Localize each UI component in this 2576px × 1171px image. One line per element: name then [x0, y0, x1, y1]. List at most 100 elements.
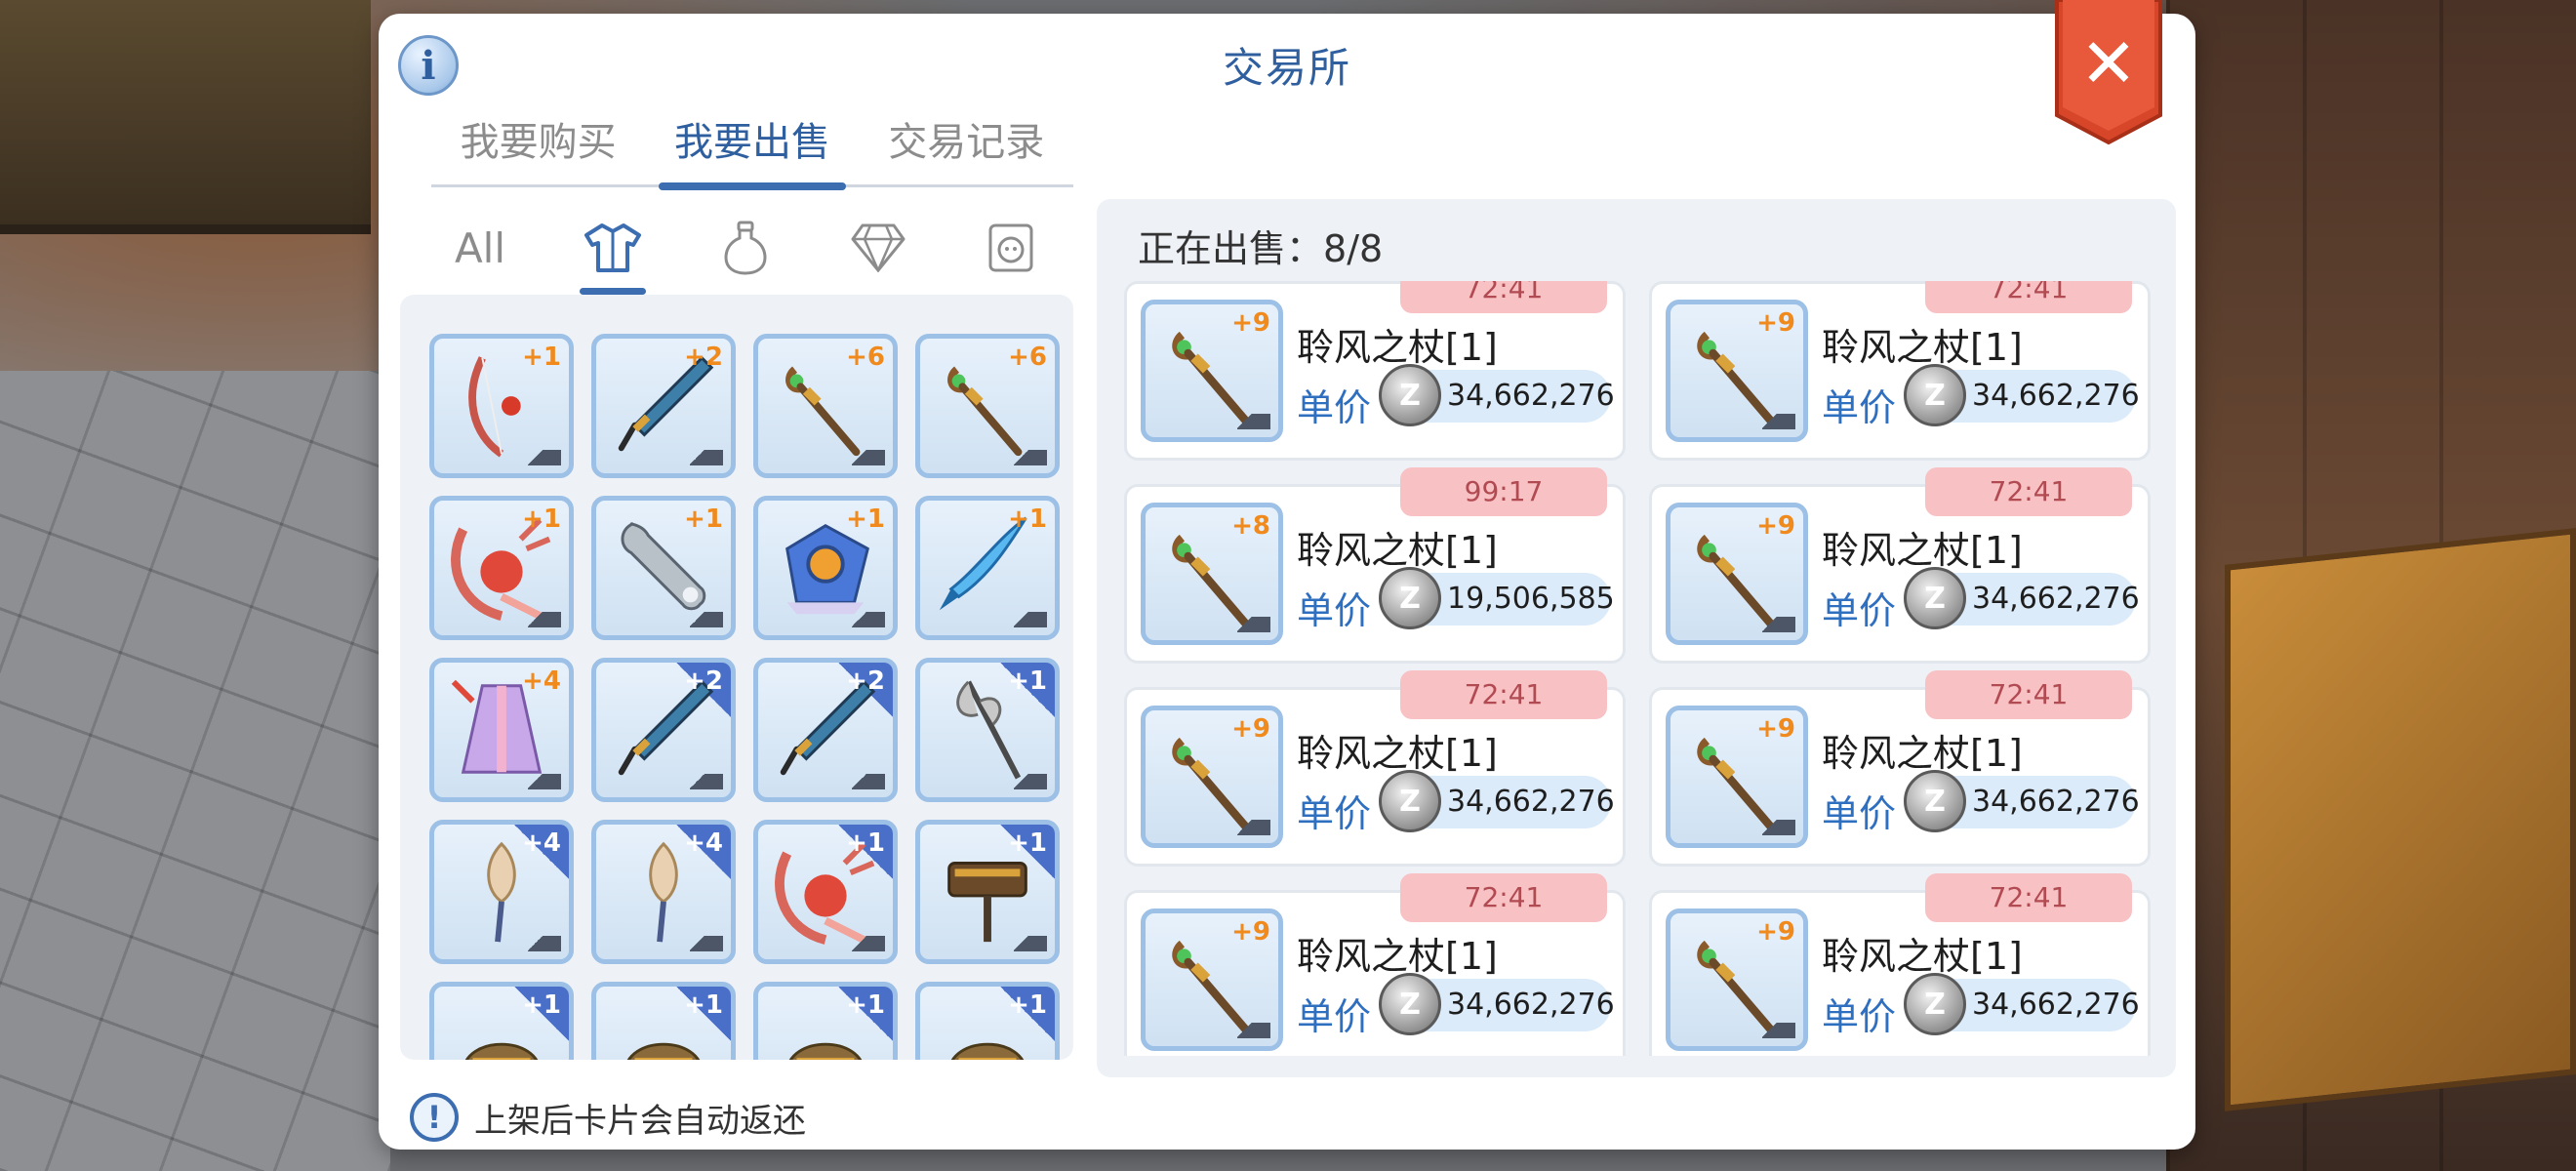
tab-history[interactable]: 交易记录 — [860, 107, 1073, 184]
price-amount: 34,662,276 — [1972, 785, 2140, 819]
inventory-slot[interactable]: +1 — [915, 982, 1060, 1060]
grade-marker — [1762, 617, 1795, 632]
grade-marker — [1014, 774, 1047, 789]
zeny-coin-icon: Z — [1904, 364, 1966, 426]
inventory-slot[interactable]: +1 — [915, 820, 1060, 964]
refine-level: +9 — [1756, 511, 1795, 541]
unit-price-label: 单价 — [1822, 792, 1897, 835]
selling-panel: 正在出售：8/8 72:41 +9 聆风之杖[1] 单价 Z 34,662,27… — [1097, 199, 2176, 1077]
inventory-slot[interactable]: +1 — [429, 982, 574, 1060]
tab-bar: 我要购买 我要出售 交易记录 — [431, 107, 1073, 190]
price-amount: 34,662,276 — [1447, 379, 1615, 413]
listing-timer: 72:41 — [1400, 281, 1607, 313]
grade-marker — [528, 450, 561, 465]
inventory-slot[interactable]: +1 — [429, 496, 574, 640]
background-cobblestone — [0, 371, 390, 1171]
listing-card[interactable]: 72:41 +9 聆风之杖[1] 单价 Z 34,662,276 — [1124, 873, 1626, 1056]
listing-card[interactable]: 72:41 +9 聆风之杖[1] 单价 Z 34,662,276 — [1124, 281, 1626, 461]
listing-item-thumb: +9 — [1141, 909, 1283, 1051]
inventory-slot[interactable]: +6 — [753, 334, 898, 478]
listing-item-thumb: +8 — [1141, 503, 1283, 645]
grade-marker — [1762, 414, 1795, 429]
category-card[interactable] — [945, 199, 1077, 297]
footer-notice: ! 上架后卡片会自动返还 — [410, 1091, 806, 1144]
grade-marker — [690, 774, 723, 789]
listing-card[interactable]: 72:41 +9 聆风之杖[1] 单价 Z 34,662,276 — [1124, 670, 1626, 867]
listing-price: Z 34,662,276 — [1904, 364, 2140, 426]
inventory-panel[interactable]: +1 +2 +6 +6 +1 +1 +1 +1 +4 +2 +2 +1 +4 +… — [400, 295, 1073, 1060]
refine-level: +1 — [522, 505, 561, 534]
listing-card[interactable]: 72:41 +9 聆风之杖[1] 单价 Z 34,662,276 — [1649, 467, 2151, 664]
potion-icon — [724, 221, 767, 275]
zeny-coin-icon: Z — [1379, 364, 1441, 426]
listing-price: Z 34,662,276 — [1904, 567, 2140, 629]
grade-marker — [852, 612, 885, 627]
inventory-slot[interactable]: +2 — [591, 334, 736, 478]
category-filter: All — [414, 199, 1077, 297]
listing-price: Z 19,506,585 — [1379, 567, 1615, 629]
inventory-slot[interactable]: +6 — [915, 334, 1060, 478]
listing-card[interactable]: 72:41 +9 聆风之杖[1] 单价 Z 34,662,276 — [1649, 281, 2151, 461]
inventory-slot[interactable]: +1 — [753, 982, 898, 1060]
tab-buy[interactable]: 我要购买 — [431, 107, 645, 184]
listing-item-thumb: +9 — [1141, 300, 1283, 442]
zeny-coin-icon: Z — [1379, 973, 1441, 1035]
inventory-slot[interactable]: +2 — [753, 658, 898, 802]
listing-timer: 99:17 — [1400, 467, 1607, 516]
grade-marker — [528, 774, 561, 789]
inventory-slot[interactable]: +4 — [591, 820, 736, 964]
inventory-slot[interactable]: +2 — [591, 658, 736, 802]
listing-item-thumb: +9 — [1666, 909, 1808, 1051]
notice-text: 上架后卡片会自动返还 — [474, 1101, 806, 1141]
grade-marker — [528, 612, 561, 627]
listing-card[interactable]: 72:41 +9 聆风之杖[1] 单价 Z 34,662,276 — [1649, 670, 2151, 867]
category-consumable[interactable] — [679, 199, 812, 297]
price-amount: 34,662,276 — [1972, 379, 2140, 413]
unit-price-label: 单价 — [1297, 386, 1372, 429]
refine-level: +9 — [1231, 308, 1270, 338]
listing-timer: 72:41 — [1925, 873, 2132, 922]
tab-sell[interactable]: 我要出售 — [645, 107, 859, 190]
refine-level: +1 — [684, 990, 723, 1020]
category-all[interactable]: All — [414, 199, 546, 297]
price-amount: 34,662,276 — [1447, 785, 1615, 819]
zeny-coin-icon: Z — [1379, 567, 1441, 629]
unit-price-label: 单价 — [1822, 995, 1897, 1038]
zeny-coin-icon: Z — [1904, 973, 1966, 1035]
inventory-slot[interactable]: +4 — [429, 820, 574, 964]
category-all-label: All — [454, 223, 506, 272]
category-equipment[interactable] — [546, 199, 679, 297]
listing-price: Z 34,662,276 — [1379, 364, 1615, 426]
grade-marker — [690, 612, 723, 627]
inventory-slot[interactable]: +1 — [915, 658, 1060, 802]
armor-icon — [584, 223, 641, 272]
zeny-coin-icon: Z — [1904, 567, 1966, 629]
inventory-grid: +1 +2 +6 +6 +1 +1 +1 +1 +4 +2 +2 +1 +4 +… — [429, 334, 1073, 1060]
listing-timer: 72:41 — [1400, 873, 1607, 922]
inventory-slot[interactable]: +1 — [915, 496, 1060, 640]
inventory-slot[interactable]: +1 — [591, 496, 736, 640]
refine-level: +1 — [522, 343, 561, 372]
refine-level: +2 — [684, 343, 723, 372]
inventory-slot[interactable]: +1 — [429, 334, 574, 478]
grade-marker — [852, 936, 885, 951]
selling-header: 正在出售：8/8 — [1138, 219, 1383, 272]
inventory-slot[interactable]: +1 — [591, 982, 736, 1060]
inventory-slot[interactable]: +1 — [753, 820, 898, 964]
exclamation-icon: ! — [410, 1093, 459, 1142]
listing-card[interactable]: 99:17 +8 聆风之杖[1] 单价 Z 19,506,585 — [1124, 467, 1626, 664]
close-button[interactable]: ✕ — [2053, 0, 2164, 146]
listing-item-thumb: +9 — [1141, 706, 1283, 848]
listing-grid[interactable]: 72:41 +9 聆风之杖[1] 单价 Z 34,662,276 72:41 +… — [1124, 281, 2158, 1056]
listing-item-thumb: +9 — [1666, 300, 1808, 442]
inventory-slot[interactable]: +4 — [429, 658, 574, 802]
listing-card[interactable]: 72:41 +9 聆风之杖[1] 单价 Z 34,662,276 — [1649, 873, 2151, 1056]
price-amount: 34,662,276 — [1972, 988, 2140, 1022]
inventory-slot[interactable]: +1 — [753, 496, 898, 640]
listing-timer: 72:41 — [1925, 467, 2132, 516]
refine-level: +1 — [846, 828, 885, 858]
grade-marker — [528, 936, 561, 951]
category-material[interactable] — [812, 199, 945, 297]
card-icon — [988, 223, 1033, 272]
refine-level: +9 — [1756, 308, 1795, 338]
